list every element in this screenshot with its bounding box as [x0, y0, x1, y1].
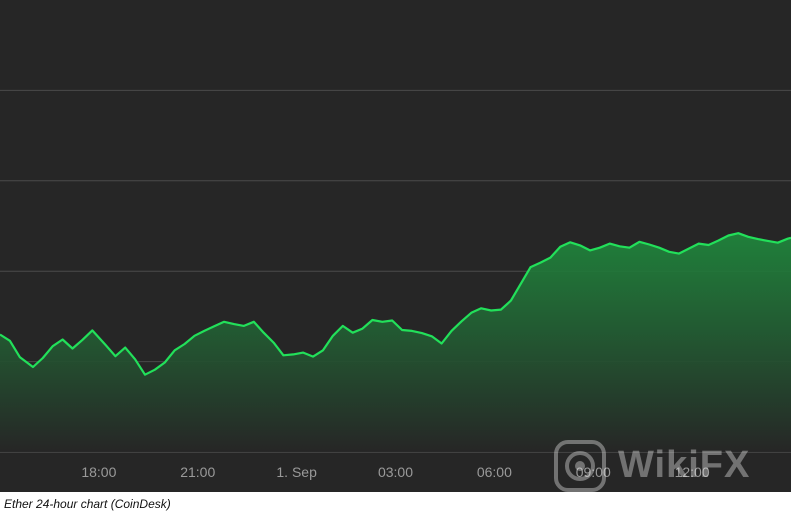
x-tick-label: 21:00 — [180, 464, 215, 480]
x-tick-label: 18:00 — [81, 464, 116, 480]
watermark-text: WikiFX — [618, 444, 751, 486]
price-area-chart: 18:00 21:00 1. Sep 03:00 06:00 09:00 12:00 — [0, 89, 791, 480]
series-area-fill — [0, 233, 791, 452]
chart-caption: Ether 24-hour chart (CoinDesk) — [4, 497, 171, 511]
chart-panel: 18:00 21:00 1. Sep 03:00 06:00 09:00 12:00 — [0, 0, 791, 492]
watermark: WikiFX — [552, 436, 782, 494]
x-tick-label: 1. Sep — [276, 464, 317, 480]
wikifx-logo-icon — [554, 440, 606, 492]
x-tick-label: 03:00 — [378, 464, 413, 480]
x-tick-label: 06:00 — [477, 464, 512, 480]
